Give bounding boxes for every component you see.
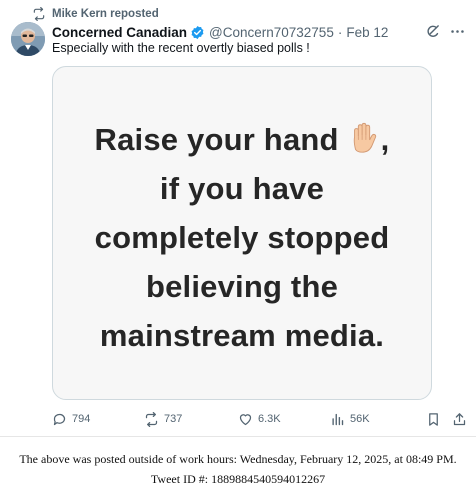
repost-count: 737 (164, 413, 183, 425)
like-count: 6.3K (258, 413, 281, 425)
share-icon (453, 412, 466, 425)
more-options-icon[interactable] (449, 23, 466, 40)
tweet-header: Concerned Canadian @Concern70732755 · Fe… (52, 22, 466, 42)
media-line-5: mainstream media. (99, 318, 385, 353)
repost-button[interactable]: 737 (144, 411, 183, 427)
reply-icon (53, 413, 66, 425)
action-bar: 794 737 6.3K 56K (52, 410, 468, 428)
bookmark-icon (429, 412, 438, 426)
separator-dot: · (337, 24, 343, 40)
footer-tweet-id: Tweet ID #: 1889884540594012267 (150, 472, 326, 486)
media-caption: Raise your hand , if you have completely… (53, 115, 431, 360)
repost-icon (145, 411, 158, 427)
tweet-text: Especially with the recent overtly biase… (52, 41, 310, 55)
avatar[interactable] (11, 22, 45, 56)
media-line-1: Raise your hand , (94, 122, 390, 157)
reply-count: 794 (72, 413, 91, 425)
media-line-2: if you have (159, 171, 325, 206)
bookmark-button[interactable] (426, 412, 441, 427)
heart-icon (239, 413, 252, 425)
repost-indicator[interactable]: Mike Kern reposted (32, 6, 159, 22)
repost-icon (33, 7, 45, 21)
raised-hand-emoji-icon (353, 122, 376, 153)
media-line-3: completely stopped (94, 220, 390, 255)
share-button[interactable] (452, 412, 467, 427)
grok-icon[interactable] (424, 23, 441, 40)
repost-label: Mike Kern reposted (52, 8, 159, 20)
archive-footer: The above was posted outside of work hou… (0, 436, 476, 500)
avatar-image (11, 22, 45, 56)
footer-posted-time: The above was posted outside of work hou… (19, 452, 457, 466)
handle[interactable]: @Concern70732755 (209, 25, 334, 40)
post-date[interactable]: Feb 12 (346, 25, 388, 40)
views-button[interactable]: 56K (330, 412, 370, 427)
media-image[interactable]: Raise your hand , if you have completely… (52, 66, 432, 400)
verified-badge-icon (191, 25, 204, 39)
analytics-icon (332, 413, 344, 425)
like-button[interactable]: 6.3K (238, 412, 281, 427)
media-line-4: believing the (145, 269, 339, 304)
display-name[interactable]: Concerned Canadian (52, 25, 187, 40)
views-count: 56K (350, 413, 370, 425)
reply-button[interactable]: 794 (52, 412, 90, 427)
